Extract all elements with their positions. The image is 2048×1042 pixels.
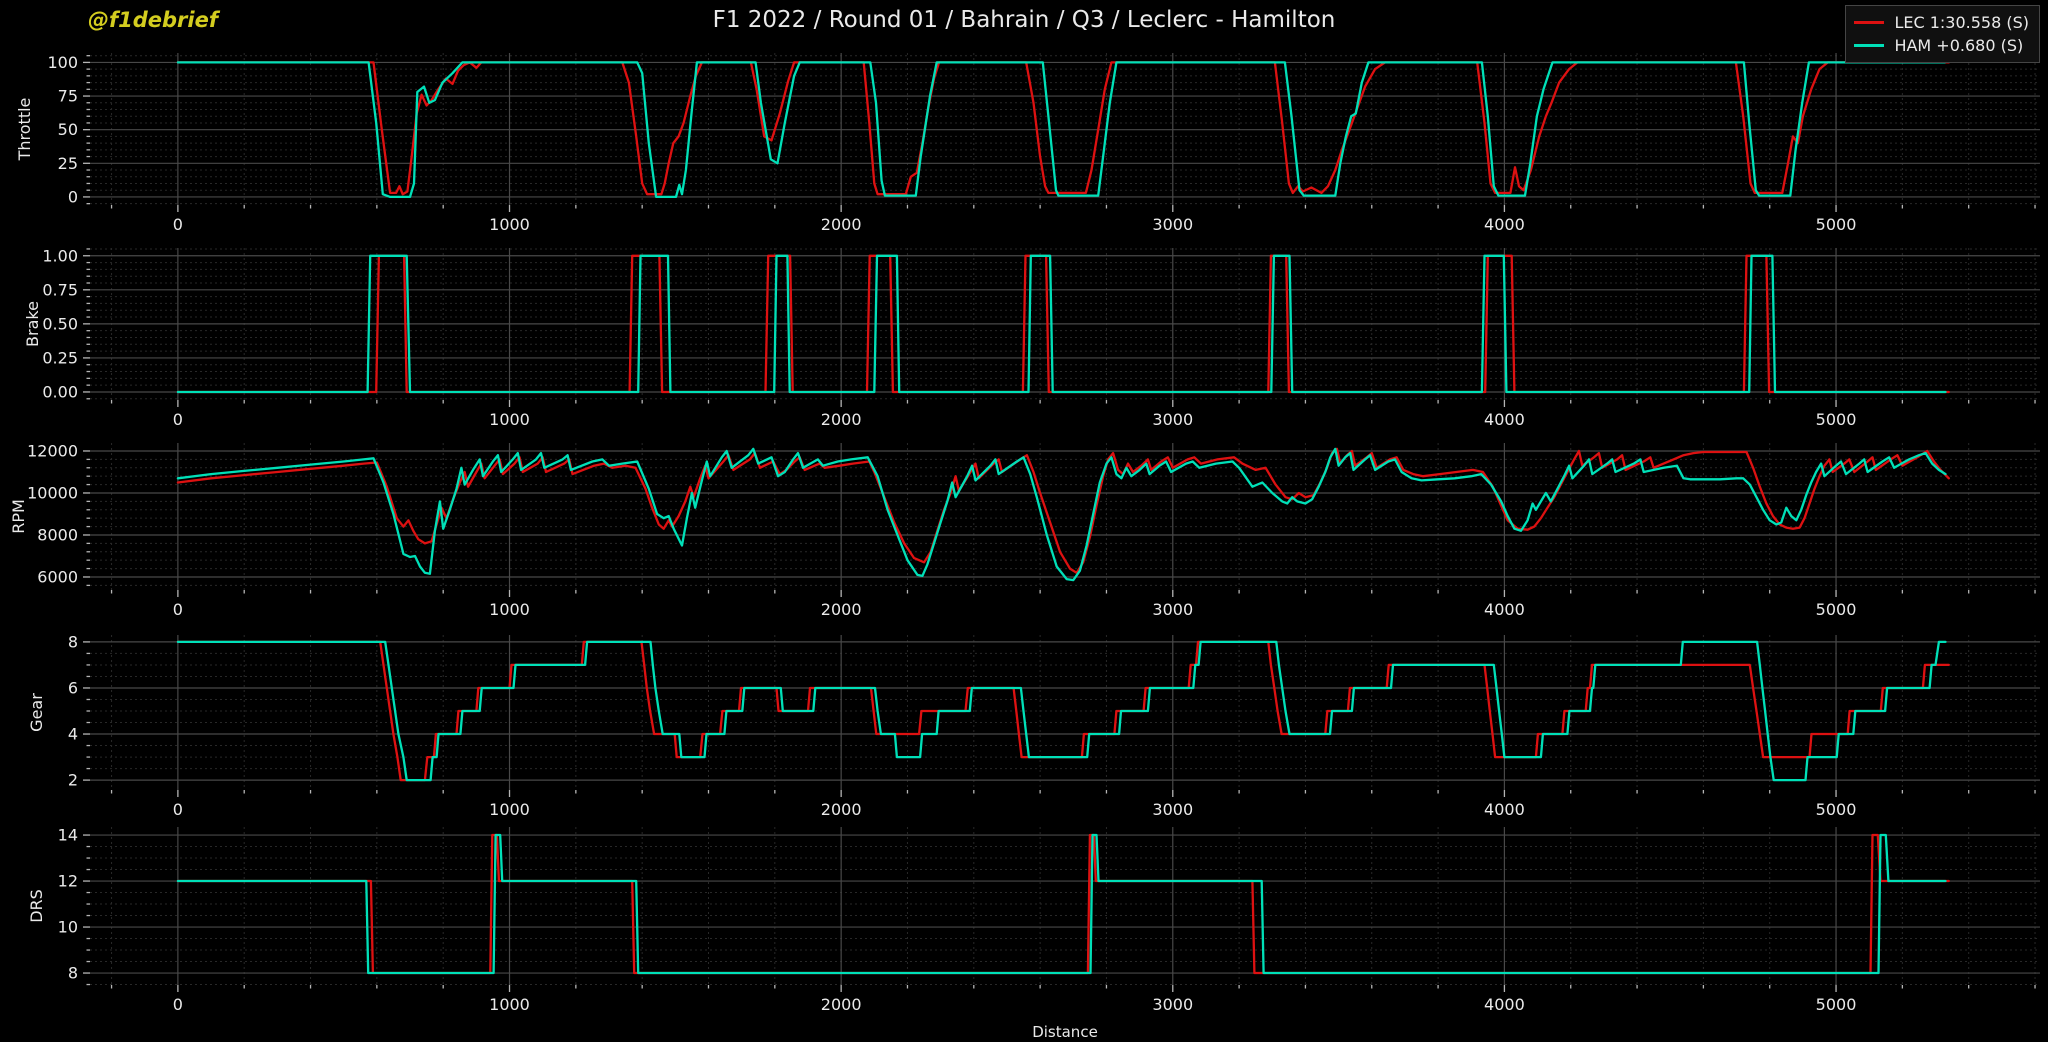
svg-text:0: 0 — [173, 215, 183, 234]
legend: LEC 1:30.558 (S) HAM +0.680 (S) — [1845, 5, 2040, 63]
svg-text:3000: 3000 — [1152, 410, 1193, 429]
svg-text:1000: 1000 — [489, 995, 530, 1014]
svg-text:5000: 5000 — [1816, 600, 1857, 619]
svg-text:4000: 4000 — [1484, 410, 1525, 429]
svg-text:2000: 2000 — [821, 800, 862, 819]
legend-item-ham: HAM +0.680 (S) — [1854, 34, 2029, 57]
svg-text:100: 100 — [47, 53, 78, 72]
svg-text:5000: 5000 — [1816, 215, 1857, 234]
svg-text:Gear: Gear — [27, 693, 46, 732]
svg-text:0: 0 — [173, 995, 183, 1014]
svg-text:4: 4 — [68, 725, 78, 744]
svg-text:2000: 2000 — [821, 215, 862, 234]
svg-text:8: 8 — [68, 964, 78, 983]
lec-line-swatch — [1854, 21, 1884, 24]
svg-text:6: 6 — [68, 678, 78, 697]
svg-text:0.25: 0.25 — [42, 348, 78, 367]
svg-text:4000: 4000 — [1484, 215, 1525, 234]
svg-text:1000: 1000 — [489, 600, 530, 619]
svg-text:Brake: Brake — [23, 301, 42, 347]
svg-text:14: 14 — [58, 826, 78, 845]
svg-text:12000: 12000 — [27, 441, 78, 460]
svg-text:12: 12 — [58, 872, 78, 891]
svg-text:1000: 1000 — [489, 800, 530, 819]
svg-text:3000: 3000 — [1152, 995, 1193, 1014]
svg-text:4000: 4000 — [1484, 600, 1525, 619]
legend-label-ham: HAM +0.680 (S) — [1894, 36, 2023, 55]
svg-text:8: 8 — [68, 632, 78, 651]
svg-text:0.00: 0.00 — [42, 382, 78, 401]
svg-text:0: 0 — [173, 410, 183, 429]
svg-text:4000: 4000 — [1484, 800, 1525, 819]
svg-text:0: 0 — [173, 600, 183, 619]
svg-text:6000: 6000 — [37, 567, 78, 586]
svg-text:50: 50 — [58, 120, 78, 139]
svg-text:3000: 3000 — [1152, 215, 1193, 234]
telemetry-figure: @f1debrief F1 2022 / Round 01 / Bahrain … — [0, 0, 2048, 1042]
svg-text:RPM: RPM — [9, 499, 28, 534]
svg-text:4000: 4000 — [1484, 995, 1525, 1014]
svg-text:2000: 2000 — [821, 600, 862, 619]
svg-text:1.00: 1.00 — [42, 246, 78, 265]
svg-text:2: 2 — [68, 771, 78, 790]
svg-text:5000: 5000 — [1816, 410, 1857, 429]
svg-text:0: 0 — [173, 800, 183, 819]
svg-text:2000: 2000 — [821, 995, 862, 1014]
legend-label-lec: LEC 1:30.558 (S) — [1894, 13, 2029, 32]
svg-text:Throttle: Throttle — [15, 98, 34, 162]
svg-text:3000: 3000 — [1152, 600, 1193, 619]
ham-line-swatch — [1854, 44, 1884, 47]
svg-text:75: 75 — [58, 87, 78, 106]
svg-text:3000: 3000 — [1152, 800, 1193, 819]
svg-text:10: 10 — [58, 918, 78, 937]
legend-item-lec: LEC 1:30.558 (S) — [1854, 11, 2029, 34]
svg-text:0: 0 — [68, 187, 78, 206]
svg-text:5000: 5000 — [1816, 800, 1857, 819]
svg-text:Distance: Distance — [1032, 1023, 1098, 1041]
svg-text:2000: 2000 — [821, 410, 862, 429]
svg-text:25: 25 — [58, 154, 78, 173]
svg-text:10000: 10000 — [27, 483, 78, 502]
svg-text:5000: 5000 — [1816, 995, 1857, 1014]
svg-text:DRS: DRS — [27, 889, 46, 923]
svg-text:0.75: 0.75 — [42, 280, 78, 299]
svg-text:1000: 1000 — [489, 215, 530, 234]
subplots-canvas: 0100020003000400050000255075100Throttle0… — [0, 0, 2048, 1042]
svg-text:0.50: 0.50 — [42, 314, 78, 333]
svg-text:1000: 1000 — [489, 410, 530, 429]
svg-text:8000: 8000 — [37, 525, 78, 544]
